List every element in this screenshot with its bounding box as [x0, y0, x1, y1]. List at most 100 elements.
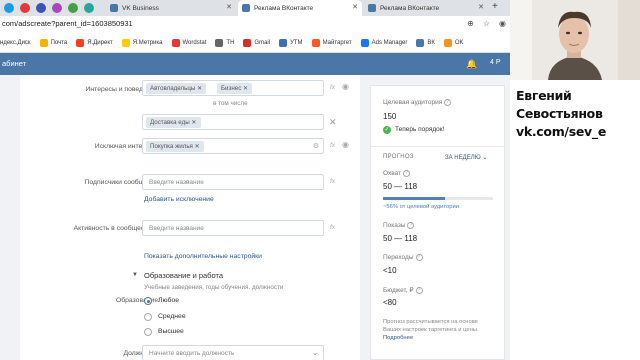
- forecast-panel: Целевая аудитория? 150 ✓ Теперь порядок!…: [370, 85, 505, 360]
- bookmark-mail[interactable]: Почта: [39, 39, 67, 47]
- remove-tag-icon[interactable]: ✕: [191, 119, 196, 126]
- tab-bar: VK Business ✕ Реклама ВКонтакте ✕ Реклам…: [0, 0, 510, 16]
- education-higher-radio[interactable]: [144, 328, 152, 336]
- ok-icon: [443, 39, 452, 47]
- details-link[interactable]: Подробнее: [383, 335, 413, 341]
- new-tab-icon[interactable]: +: [492, 1, 498, 12]
- pinned-tab-2[interactable]: [20, 3, 30, 13]
- help-icon[interactable]: ?: [407, 222, 415, 229]
- bookmark-metrika[interactable]: Я.Метрика: [121, 39, 163, 47]
- education-section-title[interactable]: Образование и работа: [144, 271, 223, 280]
- bookmark-ok[interactable]: OK: [443, 39, 463, 47]
- budget-label: Бюджет, ₽?: [383, 286, 423, 294]
- tab-vk-business[interactable]: VK Business ✕: [106, 0, 236, 16]
- impressions-label: Показы?: [383, 222, 415, 229]
- gmail-icon: [243, 39, 252, 47]
- bookmark-gmail[interactable]: Gmail: [243, 39, 270, 47]
- education-label: Образование:: [115, 297, 160, 304]
- interest-tag: Бизнес ✕: [217, 83, 253, 94]
- bell-icon[interactable]: 🔔: [466, 59, 477, 70]
- eye-icon[interactable]: ◉: [342, 82, 349, 91]
- help-icon[interactable]: ?: [444, 99, 452, 106]
- pinned-tab-5[interactable]: [68, 3, 78, 13]
- clicks-value: <10: [383, 266, 397, 275]
- education-any-radio[interactable]: [144, 297, 152, 305]
- remove-tag-icon[interactable]: ✕: [197, 85, 202, 92]
- bookmark-tn[interactable]: ТН: [215, 39, 234, 47]
- vk-header: абинет 🔔 4 Р: [0, 53, 510, 75]
- fx-icon[interactable]: fx: [330, 178, 335, 185]
- help-icon[interactable]: ?: [403, 170, 411, 177]
- fx-icon[interactable]: fx: [330, 142, 335, 149]
- eye-icon[interactable]: ◉: [342, 140, 349, 149]
- fx-icon[interactable]: fx: [330, 224, 335, 231]
- including-hint: в том числе: [213, 100, 248, 107]
- bookmark-utm[interactable]: УТМ: [279, 39, 303, 47]
- close-tab-icon[interactable]: ✕: [352, 3, 358, 11]
- reach-progress-bar: [383, 197, 493, 200]
- presenter-first-name: Евгений: [516, 88, 572, 103]
- pinned-tab-6[interactable]: [84, 3, 94, 13]
- extension-icon[interactable]: ◉: [499, 19, 506, 28]
- education-higher-label[interactable]: Высшее: [158, 328, 184, 335]
- close-tab-icon[interactable]: ✕: [478, 3, 484, 11]
- add-exclusion-link[interactable]: Добавить исключение: [144, 196, 214, 203]
- fx-icon[interactable]: fx: [330, 84, 335, 91]
- subscribers-input[interactable]: Введите название: [142, 174, 324, 190]
- reach-progress-fill: [383, 197, 445, 200]
- remove-tag-icon[interactable]: ✕: [243, 85, 248, 92]
- close-icon[interactable]: ✕: [329, 117, 337, 128]
- bookmark-yandex-disk[interactable]: ндекс.Диск: [0, 40, 31, 46]
- education-secondary-radio[interactable]: [144, 313, 152, 321]
- bookmark-mytarget[interactable]: Майтаргет: [311, 39, 352, 47]
- help-icon[interactable]: ?: [415, 254, 423, 261]
- interests-input-2[interactable]: Доставка еды ✕: [142, 114, 324, 130]
- forecast-note: Прогноз рассчитывается на основе Ваших н…: [383, 319, 479, 341]
- bookmark-vk[interactable]: ВК: [416, 39, 435, 47]
- close-tab-icon[interactable]: ✕: [226, 3, 232, 11]
- audience-label: Целевая аудитория?: [383, 99, 452, 106]
- divider: [371, 146, 504, 147]
- interests-input[interactable]: Автовладельцы ✕ Бизнес ✕: [142, 80, 324, 96]
- balance[interactable]: 4 Р: [490, 59, 501, 66]
- wordstat-icon: [171, 39, 180, 47]
- education-any-label[interactable]: Любое: [158, 297, 179, 304]
- pinned-tab-1[interactable]: [4, 3, 14, 13]
- gear-icon[interactable]: ⚙: [313, 142, 319, 150]
- clicks-label: Переходы?: [383, 254, 423, 261]
- tab-label: VK Business: [122, 4, 159, 12]
- cabinet-menu[interactable]: абинет: [2, 59, 26, 68]
- tab-vk-ads[interactable]: Реклама ВКонтакте ✕: [364, 0, 488, 16]
- pinned-tab-3[interactable]: [36, 3, 46, 13]
- location-icon[interactable]: ⊕: [467, 19, 474, 28]
- address-bar[interactable]: com/adscreate?parent_id=1603850931 ⊕ ☆ ◉: [0, 16, 510, 34]
- position-select[interactable]: Начните вводить должность ⌄: [142, 345, 324, 360]
- vk-icon: [368, 4, 376, 12]
- education-secondary-label[interactable]: Среднее: [158, 313, 186, 320]
- help-icon[interactable]: ?: [415, 286, 423, 294]
- mytarget-icon: [311, 39, 320, 47]
- bookmark-direct[interactable]: Я.Директ: [76, 39, 113, 47]
- star-icon[interactable]: ☆: [483, 19, 490, 28]
- budget-value: <80: [383, 298, 397, 307]
- tab-label: Реклама ВКонтакте: [254, 4, 314, 12]
- collapse-arrow-icon[interactable]: ▼: [132, 272, 138, 278]
- tn-icon: [215, 39, 224, 47]
- interest-tag: Автовладельцы ✕: [146, 83, 207, 94]
- exclude-input[interactable]: Покупка жилья ✕ ⚙: [142, 138, 324, 154]
- mail-icon: [39, 39, 48, 47]
- bookmark-ads-manager[interactable]: Ads Manager: [360, 39, 407, 47]
- tab-vk-ads-active[interactable]: Реклама ВКонтакте ✕: [238, 0, 362, 16]
- utm-icon: [279, 39, 288, 47]
- education-hint: Учебные заведения, годы обучения, должно…: [144, 284, 284, 291]
- metrika-icon: [121, 39, 130, 47]
- url-text[interactable]: com/adscreate?parent_id=1603850931: [2, 19, 133, 28]
- activity-input[interactable]: Введите название: [142, 220, 324, 236]
- remove-tag-icon[interactable]: ✕: [195, 143, 200, 150]
- interest-tag: Доставка еды ✕: [146, 117, 201, 128]
- reach-value: 50 — 118: [383, 182, 418, 191]
- pinned-tab-4[interactable]: [52, 3, 62, 13]
- period-select[interactable]: ЗА НЕДЕЛЮ ⌄: [445, 154, 487, 161]
- bookmark-wordstat[interactable]: Wordstat: [171, 39, 206, 47]
- show-more-settings-link[interactable]: Показать дополнительные настройки: [144, 253, 262, 260]
